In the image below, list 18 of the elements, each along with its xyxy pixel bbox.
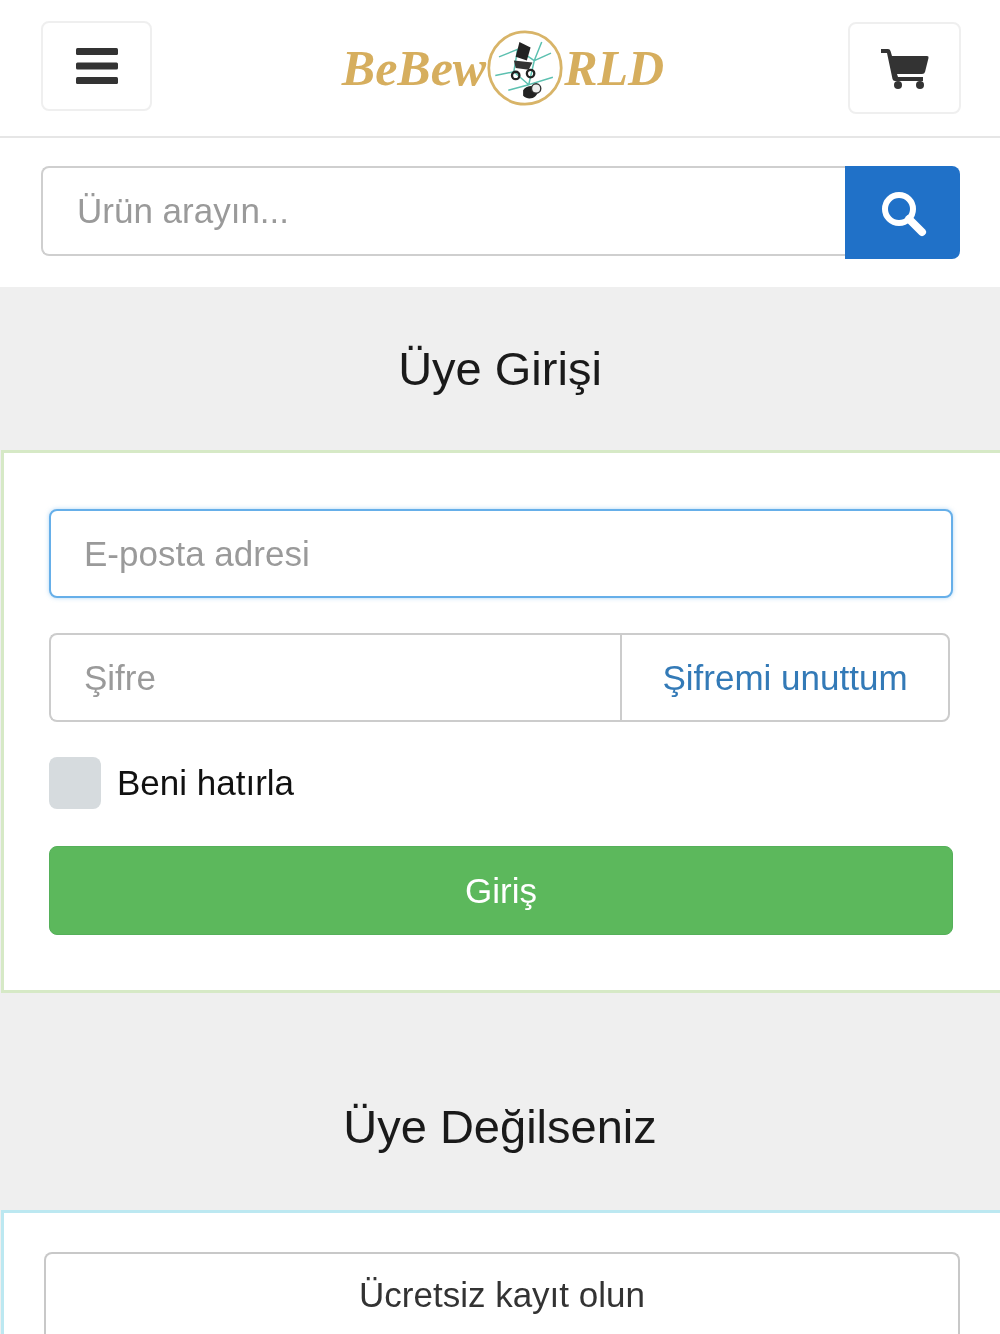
section-title: Üye Değilseniz <box>343 1099 657 1155</box>
remember-label: Beni hatırla <box>117 763 295 803</box>
logo-text: RLD <box>564 43 665 93</box>
register-button[interactable]: Ücretsiz kayıt olun <box>44 1252 960 1334</box>
cart-button[interactable] <box>848 22 961 114</box>
login-button[interactable]: Giriş <box>49 846 953 935</box>
cart-icon <box>880 47 929 89</box>
menu-button[interactable] <box>41 21 152 111</box>
forgot-password-link[interactable]: Şifremi unuttum <box>620 633 950 722</box>
email-field[interactable]: E-posta adresi <box>49 509 953 598</box>
logo-text: BeBew <box>341 43 487 93</box>
section-title: Üye Girişi <box>398 340 602 397</box>
password-field[interactable]: Şifre <box>49 633 620 722</box>
search-field[interactable]: Ürün arayın... <box>41 166 845 256</box>
menu-icon <box>75 48 118 84</box>
globe-icon <box>486 29 565 107</box>
remember-checkbox[interactable] <box>49 757 101 809</box>
search-button[interactable] <box>845 166 960 259</box>
